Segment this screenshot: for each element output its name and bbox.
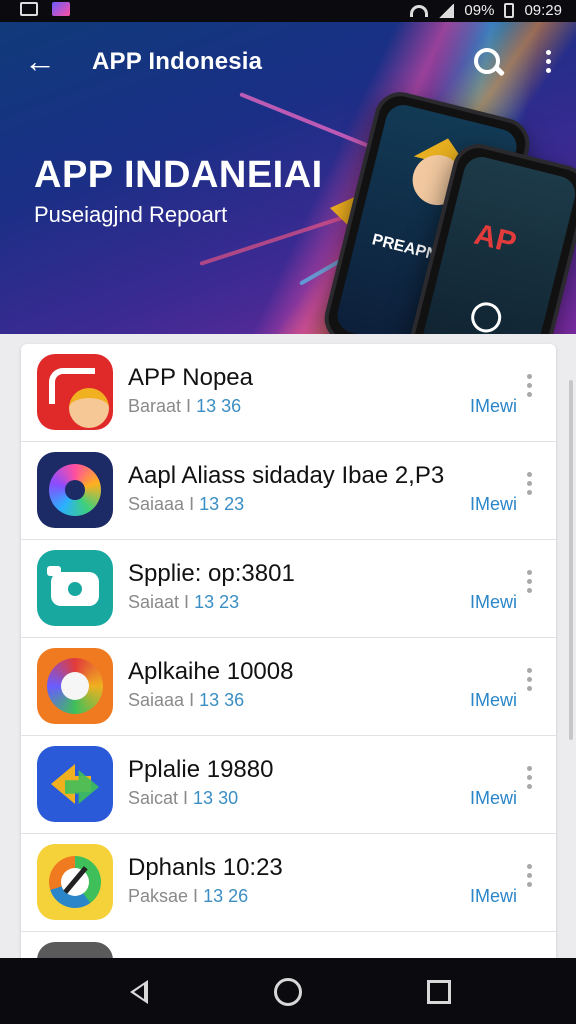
app-meta-number: 13 23 [194, 592, 240, 612]
app-meta-number: 13 36 [196, 396, 242, 416]
scrollbar[interactable] [569, 380, 573, 740]
at-sign-icon [467, 299, 505, 334]
app-meta: Saicat I 13 30 [128, 788, 238, 809]
app-meta-label: Saiaat [128, 592, 180, 612]
overflow-menu-icon[interactable] [538, 46, 558, 80]
clock: 09:29 [524, 2, 562, 19]
app-meta-label: Paksae [128, 886, 189, 906]
more-vert-icon[interactable] [521, 566, 537, 600]
swirl-icon [37, 648, 113, 724]
app-meta-label: Baraat [128, 396, 182, 416]
app-meta-number: 13 30 [193, 788, 239, 808]
fortune-girl-icon [37, 354, 113, 430]
app-meta-label: Saicat [128, 788, 179, 808]
camera-icon [37, 550, 113, 626]
app-name: Aplkaihe 10008 [128, 658, 294, 685]
page-title: APP Indonesia [92, 48, 263, 75]
app-name: APP Nopea [128, 364, 253, 391]
app-meta: Saiaat I 13 23 [128, 592, 239, 613]
app-meta-separator: I [184, 690, 200, 710]
view-button[interactable]: IMewi [470, 494, 517, 515]
search-icon[interactable] [470, 44, 506, 80]
app-bar: ← APP Indonesia [0, 22, 576, 100]
app-meta: Baraat I 13 36 [128, 396, 241, 417]
palette-icon [37, 452, 113, 528]
app-meta: Saiaaa I 13 36 [128, 690, 244, 711]
system-nav-bar [0, 958, 576, 1024]
sim-card-icon [20, 2, 38, 16]
nav-home-icon[interactable] [272, 976, 304, 1008]
more-vert-icon[interactable] [521, 370, 537, 404]
back-arrow-icon[interactable]: ← [22, 44, 58, 80]
view-button[interactable]: IMewi [470, 886, 517, 907]
app-list: APP Nopea Baraat I 13 36 IMewi Aapl Alia… [21, 344, 556, 964]
app-meta-separator: I [178, 788, 194, 808]
view-button[interactable]: IMewi [470, 788, 517, 809]
app-meta-number: 13 26 [203, 886, 249, 906]
list-item[interactable]: APP Nopea Baraat I 13 36 IMewi [21, 344, 556, 442]
view-button[interactable]: IMewi [470, 690, 517, 711]
app-name: Pplalie 19880 [128, 756, 274, 783]
app-meta-separator: I [184, 494, 200, 514]
app-meta-number: 13 36 [199, 690, 245, 710]
wifi-icon [410, 4, 429, 17]
view-button[interactable]: IMewi [470, 396, 517, 417]
banner: ← APP Indonesia PREAPN AP APP INDANEIAI … [0, 22, 576, 334]
battery-percent: 09% [464, 2, 495, 19]
app-meta-number: 13 23 [199, 494, 245, 514]
list-item[interactable]: Spplie: op:3801 Saiaat I 13 23 IMewi [21, 540, 556, 638]
app-name: Dphanls 10:23 [128, 854, 283, 881]
view-button[interactable]: IMewi [470, 592, 517, 613]
app-name: Spplie: op:3801 [128, 560, 295, 587]
more-vert-icon[interactable] [521, 664, 537, 698]
app-meta-label: Saiaaa [128, 690, 185, 710]
app-meta: Saiaaa I 13 23 [128, 494, 244, 515]
phone-screen-text: AP [471, 217, 520, 260]
banner-title: APP INDANEIAI [34, 154, 323, 196]
list-item[interactable]: Aapl Aliass sidaday Ibae 2,P3 Saiaaa I 1… [21, 442, 556, 540]
app-meta-label: Saiaaa [128, 494, 185, 514]
app-meta: Paksae I 13 26 [128, 886, 248, 907]
list-item[interactable]: Pplalie 19880 Saicat I 13 30 IMewi [21, 736, 556, 834]
more-vert-icon[interactable] [521, 762, 537, 796]
gauge-icon [37, 844, 113, 920]
app-name: Aapl Aliass sidaday Ibae 2,P3 [128, 462, 445, 489]
list-item[interactable]: Dphanls 10:23 Paksae I 13 26 IMewi [21, 834, 556, 932]
app-meta-separator: I [181, 396, 197, 416]
app-meta-separator: I [179, 592, 195, 612]
gallery-notification-icon [52, 2, 70, 16]
signal-icon [438, 3, 455, 18]
banner-subtitle: Puseiagjnd Repoart [34, 202, 228, 227]
list-item[interactable]: Aplkaihe 10008 Saiaaa I 13 36 IMewi [21, 638, 556, 736]
app-meta-separator: I [188, 886, 204, 906]
nav-back-icon[interactable] [124, 976, 156, 1008]
battery-icon [504, 3, 515, 18]
more-vert-icon[interactable] [521, 468, 537, 502]
arrows-icon [37, 746, 113, 822]
nav-recents-icon[interactable] [423, 976, 455, 1008]
more-vert-icon[interactable] [521, 860, 537, 894]
status-bar: 09% 09:29 [0, 0, 576, 22]
